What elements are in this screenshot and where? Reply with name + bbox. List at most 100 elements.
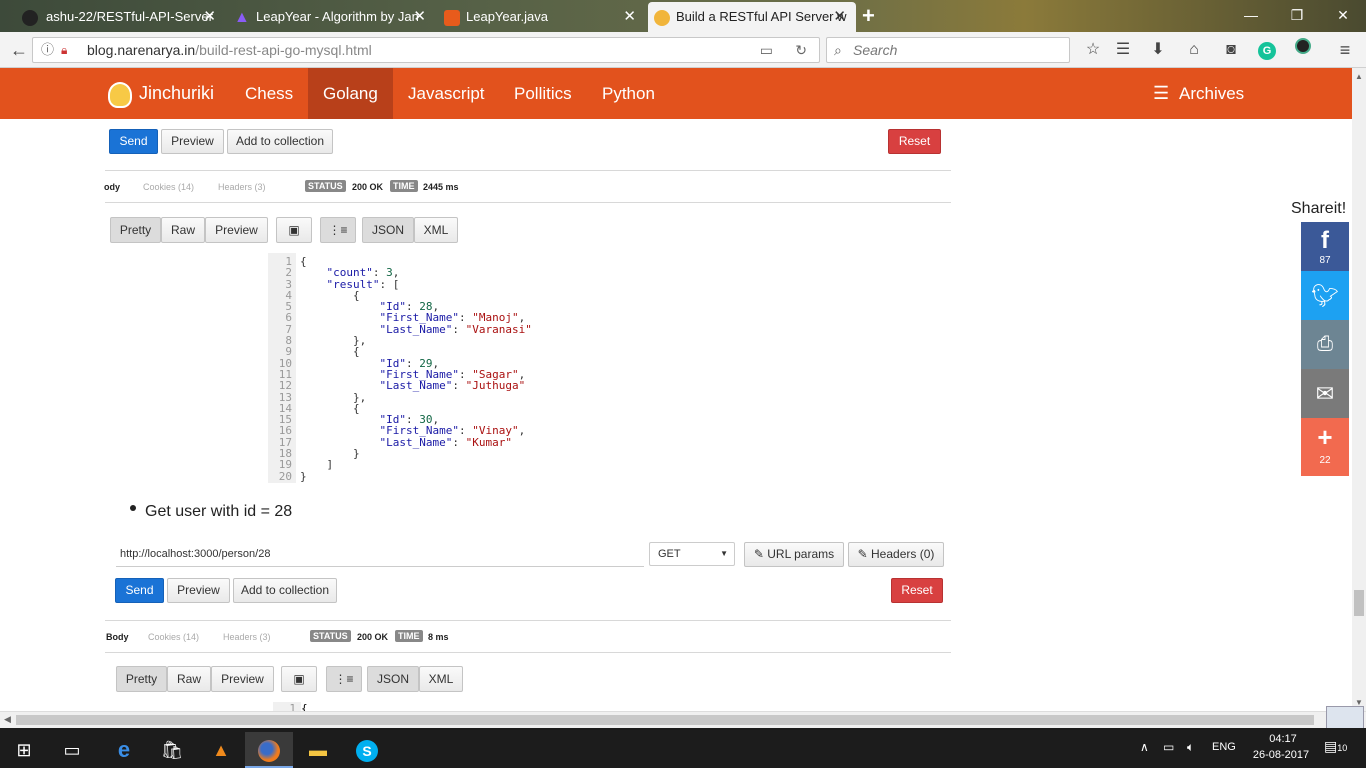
- more-share-button[interactable]: + 22: [1301, 418, 1349, 476]
- nav-python[interactable]: Python: [587, 68, 670, 119]
- facebook-icon: f: [1321, 227, 1329, 254]
- tab-body[interactable]: Body: [106, 632, 129, 642]
- twitter-share-button[interactable]: 🐦︎: [1301, 271, 1349, 320]
- grammarly-icon[interactable]: G: [1254, 38, 1280, 62]
- clock-time[interactable]: 04:17: [1251, 733, 1315, 745]
- minimize-button[interactable]: —: [1228, 0, 1274, 30]
- close-icon[interactable]: ✕: [623, 2, 636, 32]
- view-preview-button[interactable]: Preview: [205, 217, 268, 243]
- scrollbar-thumb[interactable]: [16, 715, 1314, 725]
- reading-list-icon[interactable]: ☰: [1110, 38, 1136, 62]
- clock-date[interactable]: 26-08-2017: [1247, 749, 1315, 761]
- tab-headers[interactable]: Headers (3): [223, 632, 271, 642]
- wrap-lines-icon[interactable]: ⋮≡: [326, 666, 362, 692]
- java-icon: [444, 10, 460, 26]
- windows-start-icon[interactable]: ⊞: [0, 732, 48, 768]
- scrollbar-thumb[interactable]: [1354, 590, 1364, 616]
- volume-icon[interactable]: 🔈︎: [1187, 740, 1194, 755]
- vertical-scrollbar[interactable]: ▲ ▼: [1352, 68, 1366, 711]
- scroll-up-icon[interactable]: ▲: [1355, 72, 1363, 81]
- chevron-up-icon[interactable]: ∧: [1140, 740, 1149, 754]
- browser-tab-github[interactable]: ashu-22/RESTful-API-Server ✕: [0, 2, 226, 32]
- tab-headers[interactable]: Headers (3): [218, 182, 266, 192]
- nav-javascript[interactable]: Javascript: [393, 68, 500, 119]
- format-xml-button[interactable]: XML: [414, 217, 458, 243]
- insecure-lock-icon[interactable]: 🔒︎: [61, 38, 67, 62]
- home-icon[interactable]: ⌂: [1181, 38, 1207, 62]
- maximize-button[interactable]: ❐: [1274, 0, 1320, 30]
- status-badge: STATUS: [310, 630, 351, 642]
- extension-icon[interactable]: [1290, 38, 1316, 62]
- tab-cookies[interactable]: Cookies (14): [143, 182, 194, 192]
- view-pretty-button[interactable]: Pretty: [116, 666, 167, 692]
- info-icon[interactable]: ⓘ: [41, 38, 54, 62]
- email-icon: ✉: [1315, 381, 1335, 406]
- nav-chess[interactable]: Chess: [230, 68, 308, 119]
- headers-button[interactable]: ✎ Headers (0): [848, 542, 944, 567]
- brand-link[interactable]: Jinchuriki: [124, 68, 229, 119]
- tab-title: ashu-22/RESTful-API-Server: [46, 9, 213, 24]
- close-icon[interactable]: ✕: [413, 2, 426, 32]
- wrap-lines-icon[interactable]: ⋮≡: [320, 217, 356, 243]
- fullscreen-icon[interactable]: ▣: [281, 666, 317, 692]
- menu-icon[interactable]: ≡: [1332, 38, 1358, 62]
- view-pretty-button[interactable]: Pretty: [110, 217, 161, 243]
- tab-body[interactable]: ody: [104, 182, 120, 192]
- close-icon[interactable]: ✕: [833, 2, 846, 32]
- facebook-share-button[interactable]: f 87: [1301, 222, 1349, 271]
- language-indicator[interactable]: ENG: [1212, 741, 1236, 753]
- firefox-icon[interactable]: [245, 732, 293, 768]
- reader-view-icon[interactable]: ▭: [760, 38, 773, 62]
- notification-icon[interactable]: ▤10: [1324, 738, 1347, 755]
- print-share-button[interactable]: ⎙: [1301, 320, 1349, 369]
- view-raw-button[interactable]: Raw: [161, 217, 205, 243]
- nav-archives[interactable]: ☰ Archives: [1138, 68, 1259, 119]
- url-params-button[interactable]: ✎ URL params: [744, 542, 844, 567]
- email-share-button[interactable]: ✉: [1301, 369, 1349, 418]
- browser-tab-active[interactable]: Build a RESTful API Server w ✕: [648, 2, 856, 32]
- pocket-icon[interactable]: ◙: [1218, 38, 1244, 62]
- vlc-icon[interactable]: ▲: [197, 732, 245, 768]
- nav-golang[interactable]: Golang: [308, 68, 393, 119]
- search-icon: ⌕: [834, 42, 842, 58]
- browser-tab-leapyear-java[interactable]: LeapYear.java ✕: [436, 2, 646, 32]
- send-button[interactable]: Send: [109, 129, 158, 154]
- fullscreen-icon[interactable]: ▣: [276, 217, 312, 243]
- browser-toolbar: ← ⓘ 🔒︎ blog.narenarya.in/build-rest-api-…: [0, 32, 1366, 68]
- reload-icon[interactable]: ↻: [795, 38, 807, 62]
- format-json-button[interactable]: JSON: [362, 217, 414, 243]
- edge-browser-icon[interactable]: e: [100, 732, 148, 768]
- close-icon[interactable]: ✕: [203, 2, 216, 32]
- remote-display-icon[interactable]: [1326, 706, 1364, 730]
- send-button[interactable]: Send: [115, 578, 164, 603]
- view-raw-button[interactable]: Raw: [167, 666, 211, 692]
- url-bar[interactable]: ⓘ 🔒︎ blog.narenarya.in/build-rest-api-go…: [32, 37, 820, 63]
- horizontal-scrollbar[interactable]: ◀: [0, 706, 1366, 730]
- format-xml-button[interactable]: XML: [419, 666, 463, 692]
- skype-icon[interactable]: S: [343, 732, 391, 768]
- preview-button[interactable]: Preview: [161, 129, 224, 154]
- back-arrow-icon[interactable]: ←: [6, 38, 32, 62]
- scroll-left-icon[interactable]: ◀: [4, 714, 11, 725]
- download-icon[interactable]: ⬇: [1145, 38, 1171, 62]
- search-input[interactable]: ⌕ Search: [826, 37, 1070, 63]
- format-json-button[interactable]: JSON: [367, 666, 419, 692]
- file-explorer-icon[interactable]: ▬: [294, 732, 342, 768]
- request-url-input[interactable]: http://localhost:3000/person/28: [116, 543, 644, 567]
- new-tab-button[interactable]: +: [862, 3, 875, 29]
- nav-pollitics[interactable]: Pollitics: [499, 68, 587, 119]
- reset-button[interactable]: Reset: [888, 129, 941, 154]
- bookmark-star-icon[interactable]: ☆: [1080, 38, 1106, 62]
- browser-tab-leapyear-algorithm[interactable]: ▲ LeapYear - Algorithm by Jan ✕: [226, 2, 436, 32]
- task-view-icon[interactable]: ▭: [48, 732, 96, 768]
- add-to-collection-button[interactable]: Add to collection: [227, 129, 333, 154]
- close-window-button[interactable]: ✕: [1320, 0, 1366, 30]
- add-to-collection-button[interactable]: Add to collection: [233, 578, 337, 603]
- reset-button[interactable]: Reset: [891, 578, 943, 603]
- method-select[interactable]: GET ▼: [649, 542, 735, 566]
- battery-icon[interactable]: ▭: [1163, 740, 1174, 754]
- view-preview-button[interactable]: Preview: [211, 666, 274, 692]
- preview-button[interactable]: Preview: [167, 578, 230, 603]
- store-icon[interactable]: 🛍︎: [148, 732, 196, 768]
- tab-cookies[interactable]: Cookies (14): [148, 632, 199, 642]
